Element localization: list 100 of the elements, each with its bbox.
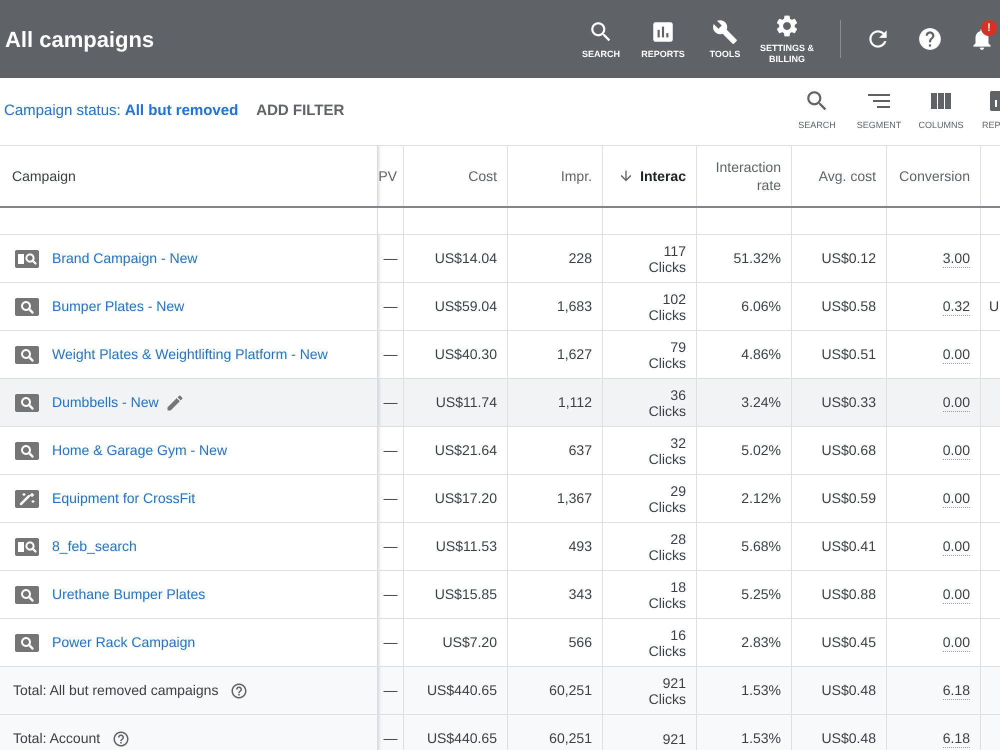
search-button[interactable]: SEARCH — [570, 18, 632, 60]
table-cell: 566 — [508, 619, 603, 666]
table-cell: 921 Clicks — [603, 667, 697, 714]
table-cell: — — [378, 475, 404, 522]
tools-button[interactable]: TOOLS — [694, 18, 756, 60]
segment-button[interactable]: SEGMENT — [849, 88, 909, 131]
table-cell: 1.53% — [697, 715, 792, 750]
table-cell: 0.00 — [887, 571, 981, 618]
table-cell: 0.00 — [887, 619, 981, 666]
table-cell: US$17.20 — [404, 475, 508, 522]
page-title: All campaigns — [5, 26, 154, 54]
magnifier-tile-icon — [15, 442, 39, 460]
table-cell: — — [378, 667, 404, 714]
status-filter[interactable]: Campaign status: All but removed — [4, 100, 238, 123]
magnifier-tile-icon — [15, 394, 39, 412]
table-cell: US$11.53 — [404, 523, 508, 570]
table-cell: 1,367 — [508, 475, 603, 522]
column-header[interactable]: Conversion — [887, 146, 981, 206]
pencil-icon[interactable] — [164, 392, 185, 412]
campaign-link[interactable]: Bumper Plates - New — [52, 296, 184, 317]
table-cell: 0.00 — [887, 379, 981, 426]
table-cell: 0.00 — [887, 475, 981, 522]
magic-wand-icon — [15, 490, 39, 508]
help-icon[interactable] — [112, 730, 130, 748]
notification-badge: ! — [981, 20, 997, 36]
table-cell-text: U — [988, 297, 1000, 316]
table-cell: 6.18 — [887, 715, 981, 750]
table-cell: US$440.65 — [404, 667, 508, 714]
table-cell: 29 Clicks — [603, 475, 697, 522]
campaign-link[interactable]: Equipment for CrossFit — [52, 488, 196, 509]
table-cell: US$11.74 — [404, 379, 508, 426]
table-cell: 3.24% — [697, 379, 792, 426]
campaign-link[interactable]: Home & Garage Gym - New — [52, 440, 228, 461]
table-cell: 5.25% — [697, 571, 792, 618]
table-cell: US$440.65 — [404, 715, 508, 750]
magnifier-tile-icon — [15, 346, 39, 364]
column-header[interactable]: Campaign — [0, 146, 378, 206]
magnifier-tile-icon — [15, 298, 39, 316]
table-cell: 1,627 — [508, 331, 603, 378]
table-cell: US$0.88 — [792, 571, 887, 618]
table-cell: US$0.12 — [792, 235, 887, 282]
total-label: Total: Account — [13, 729, 100, 748]
table-cell: 228 — [508, 235, 603, 282]
table-cell: 493 — [508, 523, 603, 570]
column-header[interactable]: Cost — [404, 146, 508, 206]
table-cell: 343 — [508, 571, 603, 618]
table-cell: US$0.59 — [792, 475, 887, 522]
table-cell: 4.86% — [697, 331, 792, 378]
gear-icon — [774, 13, 800, 39]
table-cell: 60,251 — [508, 715, 603, 750]
table-cell: 28 Clicks — [603, 523, 697, 570]
table-cell: 1,683 — [508, 283, 603, 330]
columns-button[interactable]: COLUMNS — [911, 88, 971, 131]
table-cell: 2.83% — [697, 619, 792, 666]
column-header[interactable]: Avg. cost — [792, 146, 887, 206]
table-cell: US$0.33 — [792, 379, 887, 426]
table-cell: 16 Clicks — [603, 619, 697, 666]
table-cell: 51.32% — [697, 235, 792, 282]
campaign-link[interactable]: Dumbbells - New — [52, 392, 159, 413]
table-cell: 5.02% — [697, 427, 792, 474]
settings-button[interactable]: SETTINGS & BILLING — [756, 13, 818, 65]
add-filter-button[interactable]: ADD FILTER — [256, 100, 344, 123]
table-cell: US$15.85 — [404, 571, 508, 618]
reports-button[interactable]: REP — [973, 88, 1000, 131]
table-cell: 921 — [603, 715, 697, 750]
campaign-link[interactable]: 8_feb_search — [52, 536, 137, 557]
panel-magnifier-icon — [15, 250, 39, 268]
table-cell: 79 Clicks — [603, 331, 697, 378]
column-header[interactable]: Interac — [603, 146, 697, 206]
table-cell: 1.53% — [697, 667, 792, 714]
table-cell: 6.06% — [697, 283, 792, 330]
table-cell: — — [378, 283, 404, 330]
table-cell: 18 Clicks — [603, 571, 697, 618]
table-cell: — — [378, 523, 404, 570]
campaign-link[interactable]: Urethane Bumper Plates — [52, 584, 206, 605]
table-cell: US$0.51 — [792, 331, 887, 378]
table-cell: — — [378, 571, 404, 618]
table-cell: 3.00 — [887, 235, 981, 282]
table-cell: — — [378, 715, 404, 750]
table-cell: 0.00 — [887, 331, 981, 378]
help-icon[interactable] — [917, 26, 943, 52]
table-cell: — — [378, 427, 404, 474]
table-cell: — — [378, 379, 404, 426]
table-cell: 0.00 — [887, 427, 981, 474]
table-cell: US$0.41 — [792, 523, 887, 570]
column-header[interactable]: PV — [378, 146, 404, 206]
table-cell: 1,112 — [508, 379, 603, 426]
campaign-link[interactable]: Power Rack Campaign — [52, 632, 196, 653]
magnifier-tile-icon — [15, 586, 39, 604]
table-cell: 117 Clicks — [603, 235, 697, 282]
help-icon[interactable] — [230, 682, 248, 700]
reports-button[interactable]: REPORTS — [632, 18, 694, 60]
search-button[interactable]: SEARCH — [787, 88, 847, 131]
campaign-link[interactable]: Brand Campaign - New — [52, 248, 198, 269]
columns-icon — [931, 93, 951, 109]
column-header[interactable]: Interaction rate — [697, 146, 792, 206]
table-cell: 0.32 — [887, 283, 981, 330]
campaign-link[interactable]: Weight Plates & Weightlifting Platform - New — [52, 344, 328, 365]
column-header[interactable]: Impr. — [508, 146, 603, 206]
table-cell: US$14.04 — [404, 235, 508, 282]
